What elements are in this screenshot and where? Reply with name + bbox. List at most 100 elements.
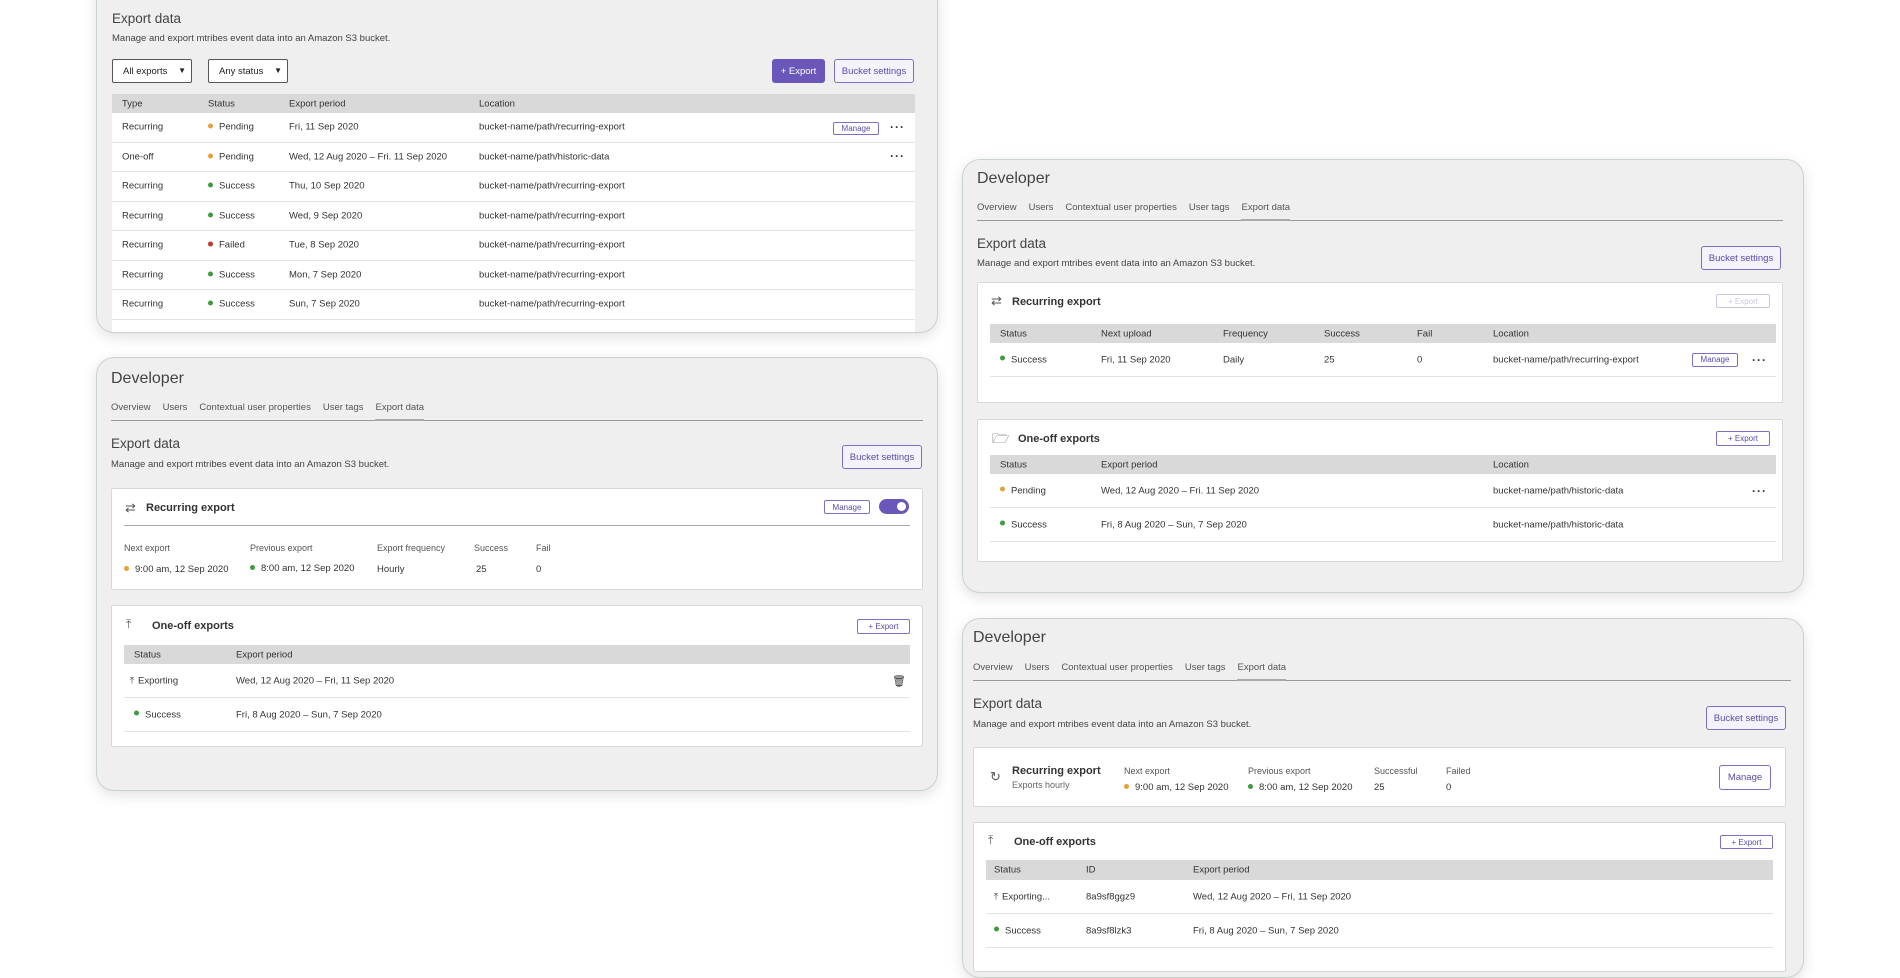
column-header-fail: Fail: [1417, 328, 1433, 339]
tab-overview[interactable]: Overview: [973, 662, 1013, 680]
more-options-icon[interactable]: ···: [1752, 484, 1767, 498]
status-filter-select[interactable]: Any status ▼: [208, 59, 288, 83]
tab-export-data[interactable]: Export data: [1237, 662, 1287, 681]
table-header: Type Status Export period Location: [112, 94, 915, 113]
column-header-frequency: Frequency: [1223, 328, 1268, 339]
recurring-export-toggle[interactable]: [879, 499, 909, 514]
tab-user-tags[interactable]: User tags: [323, 402, 364, 420]
chevron-down-icon: ▼: [274, 66, 282, 76]
table-row[interactable]: Success Fri, 11 Sep 2020 Daily 25 0 buck…: [990, 343, 1776, 377]
tab-contextual-user-properties[interactable]: Contextual user properties: [199, 402, 310, 420]
status-dot: [208, 271, 213, 277]
manage-button[interactable]: Manage: [824, 500, 870, 514]
table-row[interactable]: Recurring Success Sun, 7 Sep 2020 bucket-na…: [112, 290, 915, 320]
status-cell: Failed: [208, 240, 245, 251]
bucket-settings-button[interactable]: Bucket settings: [1701, 246, 1781, 270]
table-row[interactable]: One-off Pending Wed, 12 Aug 2020 – Fri. 11…: [112, 142, 915, 172]
type-filter-select[interactable]: All exports ▼: [112, 59, 192, 83]
tab-export-data[interactable]: Export data: [375, 402, 425, 421]
status-text: Pending: [219, 151, 254, 163]
period-cell: Fri, 8 Aug 2020 – Sun, 7 Sep 2020: [1101, 519, 1247, 530]
fail-cell: 0: [1417, 354, 1423, 365]
tab-users[interactable]: Users: [163, 402, 188, 420]
folder-icon: 🗁: [992, 430, 1010, 446]
status-text: Exporting...: [1001, 891, 1051, 902]
bucket-settings-button[interactable]: Bucket settings: [842, 445, 922, 469]
table-row[interactable]: Recurring Pending Fri, 11 Sep 2020 bucket-n…: [112, 113, 915, 143]
tab-export-data[interactable]: Export data: [1241, 202, 1291, 221]
status-dot: [208, 300, 213, 306]
more-options-icon[interactable]: ···: [890, 120, 905, 134]
fail-count: 0: [536, 564, 542, 575]
new-export-button[interactable]: + Export: [1720, 835, 1773, 849]
more-options-icon[interactable]: ···: [1752, 353, 1767, 367]
table-row[interactable]: Success Fri, 8 Aug 2020 – Sun, 7 Sep 202…: [124, 698, 910, 732]
status-cell: Success: [1000, 519, 1047, 530]
status-cell: Success: [208, 269, 255, 280]
status-text: Success: [219, 298, 255, 310]
tab-users[interactable]: Users: [1029, 202, 1054, 220]
tab-contextual-user-properties[interactable]: Contextual user properties: [1061, 662, 1172, 680]
column-header-status: Status: [1000, 459, 1027, 470]
one-off-exports-card: ⤒ One-off exports + Export Status Export…: [111, 605, 923, 747]
table-row[interactable]: Recurring Success Thu, 10 Sep 2020 bucket-n…: [112, 172, 915, 202]
status-text: Success: [219, 180, 255, 192]
table-row[interactable]: ⤒ Exporting Wed, 12 Aug 2020 – Fri, 11 Se…: [124, 664, 910, 698]
table-row[interactable]: Recurring Success Wed, 9 Sep 2020 bucket-na…: [112, 201, 915, 231]
more-options-icon[interactable]: ···: [890, 149, 905, 163]
manage-button[interactable]: Manage: [1719, 765, 1771, 790]
column-header-period: Export period: [1193, 864, 1250, 876]
bucket-settings-button[interactable]: Bucket settings: [1706, 706, 1786, 730]
new-export-button[interactable]: + Export: [772, 59, 825, 83]
table-row[interactable]: Success Fri, 8 Aug 2020 – Sun, 7 Sep 202…: [990, 508, 1776, 542]
tab-contextual-user-properties[interactable]: Contextual user properties: [1065, 202, 1176, 220]
new-export-button[interactable]: + Export: [1716, 294, 1770, 308]
tab-overview[interactable]: Overview: [111, 402, 151, 420]
upload-icon: ⤒: [988, 833, 994, 847]
manage-button[interactable]: Manage: [1692, 352, 1738, 367]
type-cell: Recurring: [122, 180, 164, 192]
next-export-value: 9:00 am, 12 Sep 2020: [124, 564, 229, 575]
export-frequency-label: Export frequency: [377, 543, 446, 553]
table-row[interactable]: Recurring Failed Tue, 8 Sep 2020 bucket-nam…: [112, 231, 915, 261]
manage-button[interactable]: Manage: [833, 122, 879, 135]
table-header: Status ID Export period: [986, 860, 1773, 880]
tab-bar: Overview Users Contextual user propertie…: [977, 202, 1783, 221]
bucket-settings-button[interactable]: Bucket settings: [834, 59, 914, 83]
period-cell: Wed, 12 Aug 2020 – Fri, 11 Sep 2020: [1193, 891, 1352, 902]
table-row[interactable]: ⤒ Exporting... 8a9sf8ggz9 Wed, 12 Aug 202…: [986, 880, 1773, 914]
section-description: Manage and export mtribes event data int…: [973, 719, 1252, 730]
period-cell: Wed, 12 Aug 2020 – Fri, 11 Sep 2020: [236, 675, 395, 686]
table-row[interactable]: Recurring Success Mon, 7 Sep 2020 bucket-na…: [112, 260, 915, 290]
period-cell: Thu, 10 Sep 2020: [289, 180, 365, 192]
tab-overview[interactable]: Overview: [977, 202, 1017, 220]
location-cell: bucket-name/path/historic-data: [479, 151, 610, 163]
table-row[interactable]: [112, 319, 915, 332]
type-filter-value: All exports: [123, 65, 168, 77]
new-export-button[interactable]: + Export: [1716, 431, 1770, 446]
period-cell: Sun, 7 Sep 2020: [289, 298, 360, 310]
status-text: Pending: [1011, 485, 1046, 496]
page-title: Developer: [973, 629, 1046, 646]
table-row[interactable]: Success 8a9sf8lzk3 Fri, 8 Aug 2020 – Sun…: [986, 914, 1773, 948]
column-header-location: Location: [1493, 459, 1529, 470]
status-dot: [208, 182, 213, 188]
section-title: Export data: [977, 236, 1047, 251]
previous-export-text: 8:00 am, 12 Sep 2020: [261, 563, 355, 574]
table-header: Status Next upload Frequency Success Fai…: [990, 324, 1776, 343]
section-title: Export data: [111, 436, 181, 451]
upload-icon: ⤒: [130, 675, 134, 685]
period-cell: Tue, 8 Sep 2020: [289, 239, 359, 251]
period-cell: Fri, 8 Aug 2020 – Sun, 7 Sep 2020: [236, 709, 382, 720]
new-export-button[interactable]: + Export: [857, 619, 910, 634]
status-text: Success: [1011, 519, 1047, 530]
trash-icon[interactable]: 🗑: [892, 674, 906, 687]
tab-user-tags[interactable]: User tags: [1185, 662, 1226, 680]
tab-users[interactable]: Users: [1025, 662, 1050, 680]
status-cell: Success: [208, 181, 255, 192]
table-row[interactable]: Pending Wed, 12 Aug 2020 – Fri. 11 Sep 2…: [990, 474, 1776, 508]
tab-user-tags[interactable]: User tags: [1189, 202, 1230, 220]
next-export-text: 9:00 am, 12 Sep 2020: [1135, 782, 1229, 793]
one-off-exports-card: 🗁 One-off exports + Export Status Export…: [977, 419, 1783, 562]
status-dot: [208, 212, 213, 218]
